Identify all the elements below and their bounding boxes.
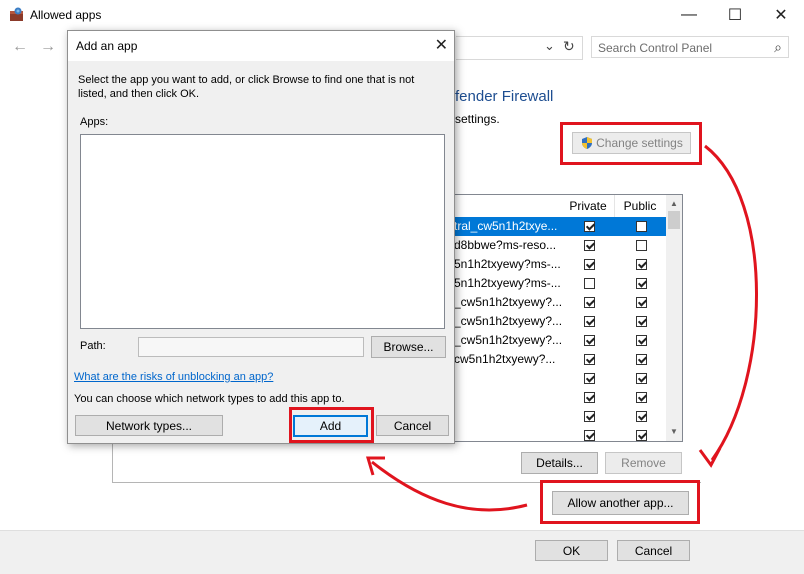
arrow-to-add [371,460,528,512]
arrow-head-allow-another [698,447,722,468]
arrow-to-allow-another [704,144,758,461]
annotation-arrows [365,144,758,512]
